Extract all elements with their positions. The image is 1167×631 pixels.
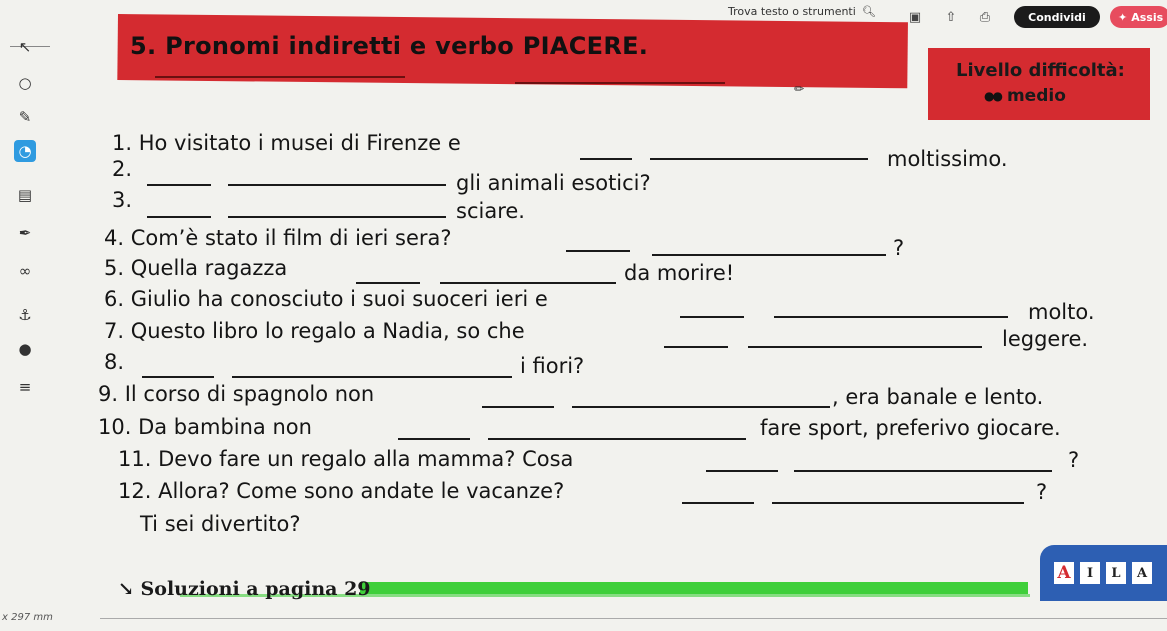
blank[interactable]	[682, 502, 754, 504]
difficulty-text: medio	[1006, 86, 1066, 106]
exercise-line-3b: sciare.	[456, 199, 525, 223]
blank[interactable]	[680, 316, 744, 318]
blank[interactable]	[488, 438, 746, 440]
pen-icon[interactable]: ✎	[14, 106, 36, 128]
difficulty-box: Livello difficoltà: ●● medio	[928, 48, 1150, 120]
blank[interactable]	[566, 250, 630, 252]
page-dimension: x 297 mm	[2, 612, 53, 623]
publisher-logo: A I L A	[1040, 545, 1167, 601]
blank[interactable]	[650, 158, 868, 160]
solutions-link[interactable]: ↘ Soluzioni a pagina 29	[118, 578, 371, 600]
save-icon[interactable]: ▣	[906, 8, 924, 26]
blank[interactable]	[664, 346, 728, 348]
exercise-line-8a: 8.	[104, 350, 125, 374]
assistant-button[interactable]: ✦ Assis	[1110, 6, 1167, 28]
exercise-line-10b: fare sport, preferivo giocare.	[760, 416, 1061, 440]
blank[interactable]	[772, 502, 1024, 504]
pencil-icon: ✏	[794, 82, 805, 96]
exercise-line-1a: 1. Ho visitato i musei di Firenze e	[112, 131, 461, 155]
blank[interactable]	[228, 216, 446, 218]
search-tools[interactable]: Trova testo o strumenti 🔍︎	[728, 5, 876, 18]
draw-icon[interactable]: ∞	[14, 260, 36, 282]
blank[interactable]	[706, 470, 778, 472]
logo-letter: A	[1132, 562, 1152, 584]
exercise-line-6b: molto.	[1028, 300, 1095, 324]
text-box-icon[interactable]: ▤	[14, 184, 36, 206]
solutions-label: Soluzioni a pagina 29	[140, 578, 371, 600]
difficulty-label: Livello difficoltà:	[956, 60, 1125, 81]
exercise-line-10a: 10. Da bambina non	[98, 415, 312, 439]
blank[interactable]	[232, 376, 512, 378]
exercise-line-12b: ?	[1036, 480, 1048, 504]
blank[interactable]	[652, 254, 886, 256]
print-icon[interactable]: ⎙	[976, 8, 994, 26]
share-button[interactable]: Condividi	[1014, 6, 1100, 28]
logo-letter: A	[1054, 562, 1074, 584]
page-title: 5. Pronomi indiretti e verbo PIACERE.	[130, 32, 649, 60]
exercise-line-11b: ?	[1068, 448, 1080, 472]
search-label: Trova testo o strumenti	[728, 5, 856, 18]
exercise-line-7b: leggere.	[1002, 327, 1089, 351]
blank[interactable]	[748, 346, 982, 348]
difficulty-dots-icon: ●●	[984, 89, 1003, 103]
signature-icon[interactable]: ✒	[14, 222, 36, 244]
blank[interactable]	[580, 158, 632, 160]
logo-letter: I	[1080, 562, 1100, 584]
title-underline	[515, 82, 725, 84]
exercise-line-11a: 11. Devo fare un regalo alla mamma? Cosa	[118, 447, 574, 471]
divider	[100, 618, 1167, 619]
blank[interactable]	[794, 470, 1052, 472]
dot-icon[interactable]: ●	[14, 338, 36, 360]
blank[interactable]	[440, 282, 616, 284]
exercise-line-3a: 3.	[112, 188, 133, 212]
exercise-line-6a: 6. Giulio ha conosciuto i suoi suoceri i…	[104, 287, 548, 311]
difficulty-value: ●● medio	[984, 86, 1066, 106]
exercise-line-13a: Ti sei divertito?	[140, 512, 301, 536]
exercise-line-7a: 7. Questo libro lo regalo a Nadia, so ch…	[104, 319, 525, 343]
link-icon[interactable]: ◔	[14, 140, 36, 162]
blank[interactable]	[774, 316, 1008, 318]
logo-letter: L	[1106, 562, 1126, 584]
comment-icon[interactable]: ○	[14, 72, 36, 94]
exercise-line-2a: 2.	[112, 157, 133, 181]
blank[interactable]	[572, 406, 830, 408]
assistant-label: Assis	[1131, 10, 1164, 24]
cursor-icon[interactable]: ↖	[14, 36, 36, 58]
solutions-bar	[360, 582, 1028, 594]
search-icon[interactable]: 🔍︎	[862, 5, 876, 18]
blank[interactable]	[356, 282, 420, 284]
arrow-icon: ↘	[118, 578, 134, 600]
exercise-line-4b: ?	[893, 236, 905, 260]
upload-icon[interactable]: ⇧	[942, 8, 960, 26]
exercise-line-1b: moltissimo.	[887, 147, 1008, 171]
tool-strip: ↖ ○ ✎ ◔ ▤ ✒ ∞ ⚓ ● ≡	[0, 30, 50, 600]
assistant-icon: ✦	[1118, 10, 1128, 24]
exercise-line-5b: da morire!	[624, 261, 735, 285]
exercise-line-12a: 12. Allora? Come sono andate le vacanze?	[118, 479, 565, 503]
exercise-line-5a: 5. Quella ragazza	[104, 256, 288, 280]
blank[interactable]	[147, 184, 211, 186]
blank[interactable]	[142, 376, 214, 378]
blank[interactable]	[398, 438, 470, 440]
title-underline	[155, 76, 405, 78]
exercise-line-9b: , era banale e lento.	[832, 385, 1044, 409]
exercise-line-2b: gli animali esotici?	[456, 171, 651, 195]
blank[interactable]	[228, 184, 446, 186]
blank[interactable]	[482, 406, 554, 408]
stamp-icon[interactable]: ⚓	[14, 304, 36, 326]
exercise-line-9a: 9. Il corso di spagnolo non	[98, 382, 375, 406]
exercise-line-8b: i fiori?	[520, 354, 585, 378]
exercise-line-4a: 4. Com’è stato il film di ieri sera?	[104, 226, 452, 250]
menu-icon[interactable]: ≡	[14, 376, 36, 398]
blank[interactable]	[147, 216, 211, 218]
